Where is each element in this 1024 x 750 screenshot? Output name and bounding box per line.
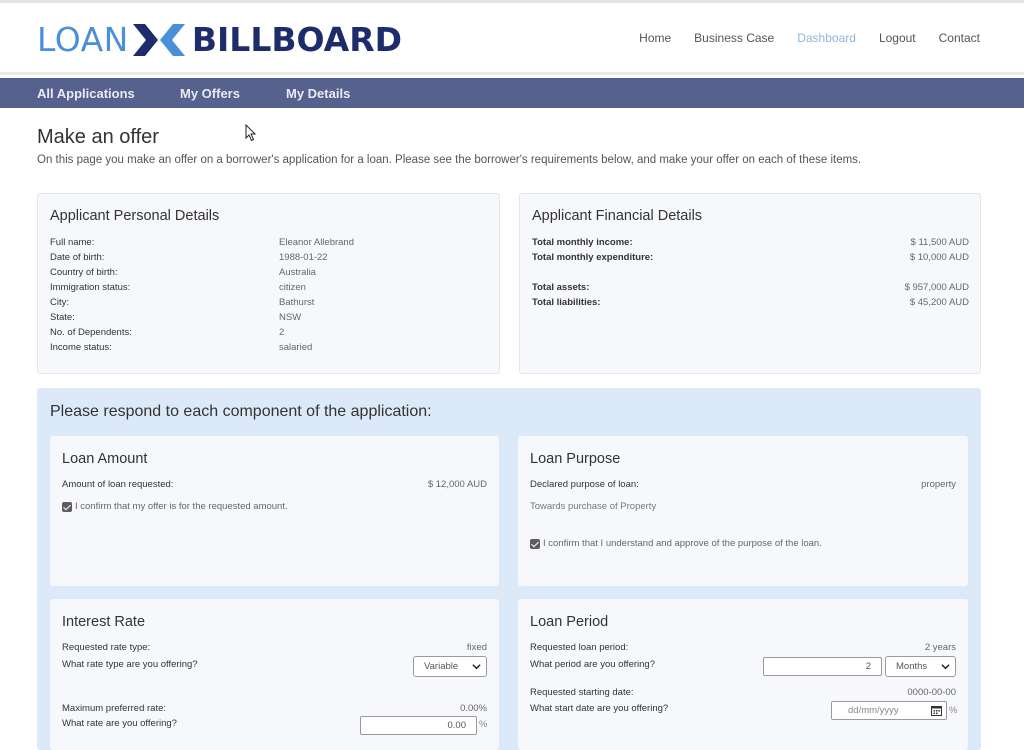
requested-start-row: Requested starting date: 0000-00-00 [530, 687, 956, 701]
personal-value: salaried [279, 342, 313, 353]
chevron-down-icon [941, 664, 950, 670]
loan-amount-card: Loan Amount Amount of loan requested: $ … [50, 436, 499, 586]
personal-label: City: [50, 297, 69, 308]
nav-contact[interactable]: Contact [939, 31, 980, 45]
financial-details-title: Applicant Financial Details [532, 208, 703, 224]
personal-value: Australia [279, 267, 316, 278]
loan-amount-confirm-checkbox[interactable]: I confirm that my offer is for the reque… [62, 501, 288, 512]
personal-label: State: [50, 312, 75, 323]
personal-details-title: Applicant Personal Details [50, 208, 220, 224]
start-date-input[interactable]: dd/mm/yyyy [831, 701, 947, 720]
personal-value: NSW [279, 312, 302, 323]
mouse-cursor-icon [245, 124, 257, 142]
subnav-all-applications[interactable]: All Applications [37, 86, 135, 101]
financial-value: $ 45,200 AUD [909, 297, 969, 308]
loan-purpose-card: Loan Purpose Declared purpose of loan: p… [518, 436, 968, 586]
personal-value: Eleanor Allebrand [279, 237, 354, 248]
nav-dashboard[interactable]: Dashboard [797, 31, 856, 45]
loan-amount-label: Amount of loan requested: [62, 479, 174, 490]
personal-value: 2 [279, 327, 285, 338]
requested-rate-value: fixed [466, 642, 487, 653]
personal-label: Immigration status: [50, 282, 131, 293]
financial-label: Total monthly expenditure: [532, 252, 654, 263]
respond-title: Please respond to each component of the … [50, 403, 432, 420]
loan-period-card: Loan Period Requested loan period: 2 yea… [518, 599, 968, 750]
start-date-placeholder: dd/mm/yyyy [848, 705, 899, 716]
page-intro: On this page you make an offer on a borr… [37, 154, 862, 166]
chevron-down-icon [472, 664, 481, 670]
logo-text-billboard: BILLBOARD [191, 20, 403, 59]
page-title: Make an offer [37, 126, 159, 148]
financial-label: Total monthly income: [532, 237, 633, 248]
personal-value: citizen [279, 282, 306, 293]
logo-chevrons-icon [132, 24, 185, 56]
requested-rate-row: Requested rate type: fixed [62, 642, 487, 656]
personal-label: Income status: [50, 342, 112, 353]
header: LOAN BILLBOARD Home Business Case Dashbo… [0, 3, 1024, 75]
financial-value: $ 957,000 AUD [904, 282, 969, 293]
loan-purpose-title: Loan Purpose [530, 451, 621, 467]
financial-label: Total liabilities: [532, 297, 601, 308]
max-rate-value: 0.00% [460, 703, 487, 714]
requested-period-row: Requested loan period: 2 years [530, 642, 956, 656]
offer-rate-type-label: What rate type are you offering? [62, 659, 198, 670]
logo[interactable]: LOAN BILLBOARD [37, 22, 402, 58]
loan-amount-row: Amount of loan requested: $ 12,000 AUD [62, 479, 487, 493]
loan-purpose-label: Declared purpose of loan: [530, 479, 639, 490]
loan-amount-confirm-label: I confirm that my offer is for the reque… [75, 501, 288, 512]
period-unit-select-value: Months [896, 661, 928, 672]
start-date-suffix: % [949, 705, 958, 716]
calendar-icon[interactable] [931, 705, 942, 716]
interest-rate-card: Interest Rate Requested rate type: fixed… [50, 599, 499, 750]
financial-label: Total assets: [532, 282, 590, 293]
nav-logout[interactable]: Logout [879, 31, 916, 45]
loan-amount-value: $ 12,000 AUD [427, 479, 487, 490]
loan-purpose-value: property [921, 479, 956, 490]
requested-start-label: Requested starting date: [530, 687, 634, 698]
financial-value: $ 11,500 AUD [910, 237, 969, 248]
loan-purpose-confirm-label: I confirm that I understand and approve … [543, 538, 822, 549]
requested-period-label: Requested loan period: [530, 642, 629, 653]
requested-start-value: 0000-00-00 [907, 687, 956, 698]
requested-rate-label: Requested rate type: [62, 642, 151, 653]
personal-value: Bathurst [279, 297, 315, 308]
offer-start-label: What start date are you offering? [530, 703, 669, 714]
checkbox-checked-icon[interactable] [530, 538, 540, 549]
loan-purpose-note: Towards purchase of Property [530, 501, 657, 512]
rate-percent-suffix: % [479, 719, 488, 730]
subnav-my-details[interactable]: My Details [286, 86, 350, 101]
period-unit-select[interactable]: Months [885, 656, 956, 677]
checkbox-checked-icon[interactable] [62, 501, 72, 512]
loan-purpose-row: Declared purpose of loan: property [530, 479, 956, 493]
sub-nav: All Applications My Offers My Details [0, 78, 1024, 108]
subnav-my-offers[interactable]: My Offers [180, 86, 240, 101]
financial-details-panel: Applicant Financial Details Total monthl… [519, 193, 981, 374]
loan-amount-title: Loan Amount [62, 451, 148, 467]
max-rate-label: Maximum preferred rate: [62, 703, 167, 714]
nav-home[interactable]: Home [639, 31, 671, 45]
rate-type-select[interactable]: Variable [413, 656, 487, 677]
financial-value: $ 10,000 AUD [909, 252, 969, 263]
personal-label: No. of Dependents: [50, 327, 132, 338]
personal-label: Date of birth: [50, 252, 105, 263]
personal-label: Full name: [50, 237, 95, 248]
loan-period-title: Loan Period [530, 614, 609, 630]
top-nav: Home Business Case Dashboard Logout Cont… [616, 31, 980, 45]
loan-purpose-confirm-checkbox[interactable]: I confirm that I understand and approve … [530, 538, 822, 549]
personal-value: 1988-01-22 [279, 252, 328, 263]
personal-details-panel: Applicant Personal Details Full name: El… [37, 193, 500, 374]
requested-period-value: 2 years [924, 642, 956, 653]
offer-rate-label: What rate are you offering? [62, 718, 177, 729]
period-input[interactable]: 2 [763, 657, 882, 676]
rate-input[interactable]: 0.00 [360, 716, 477, 735]
rate-type-select-value: Variable [424, 661, 459, 672]
logo-text-loan: LOAN [37, 20, 129, 59]
nav-business-case[interactable]: Business Case [694, 31, 774, 45]
interest-rate-title: Interest Rate [62, 614, 146, 630]
offer-period-label: What period are you offering? [530, 659, 655, 670]
max-rate-row: Maximum preferred rate: 0.00% [62, 703, 487, 717]
respond-section: Please respond to each component of the … [37, 388, 981, 750]
personal-label: Country of birth: [50, 267, 118, 278]
